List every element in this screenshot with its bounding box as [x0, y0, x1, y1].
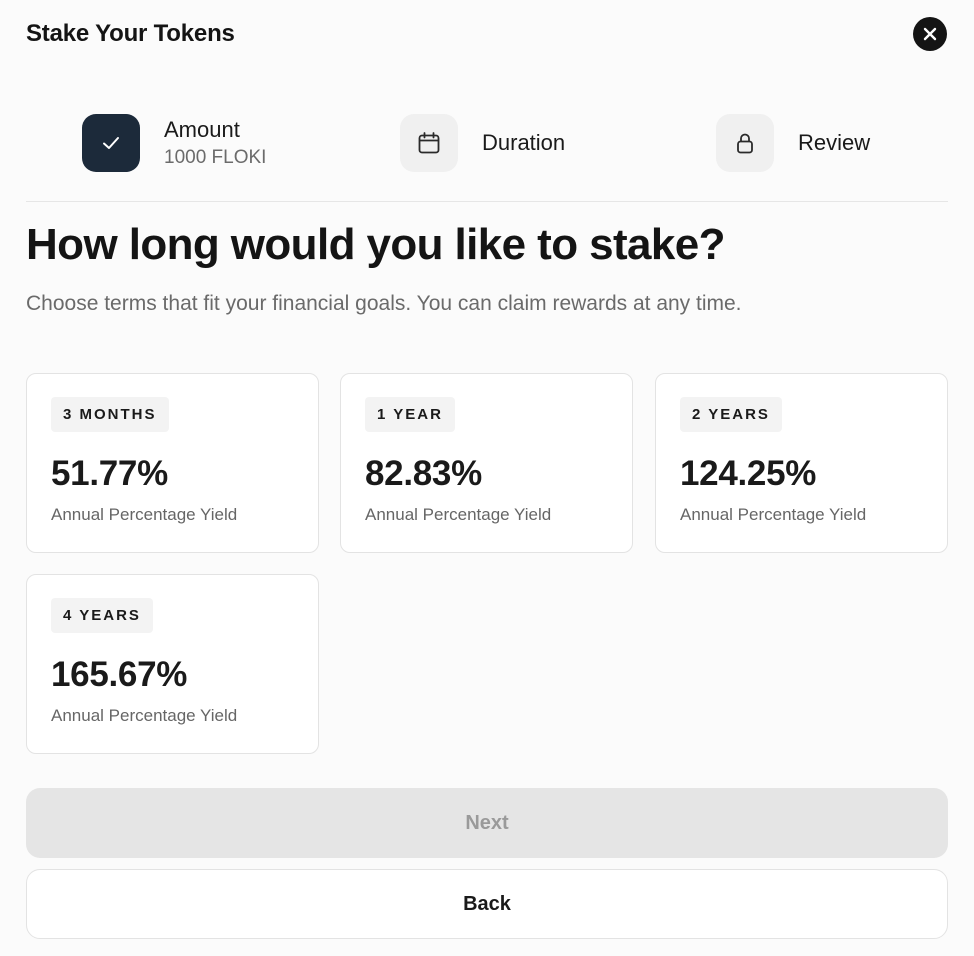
step-review-badge [716, 114, 774, 172]
apy-caption: Annual Percentage Yield [51, 706, 238, 725]
step-amount[interactable]: Amount 1000 FLOKI [82, 112, 266, 174]
page-subtitle: Choose terms that fit your financial goa… [26, 292, 742, 315]
close-icon [923, 27, 937, 41]
step-duration: Duration [400, 112, 565, 174]
term-badge: 4 YEARS [51, 598, 153, 633]
apy-caption: Annual Percentage Yield [51, 505, 238, 524]
stake-modal: Stake Your Tokens Amount 1000 FLOKI Dura… [0, 0, 974, 956]
back-button[interactable]: Back [26, 869, 948, 939]
step-duration-label: Duration [482, 130, 566, 155]
step-amount-value: 1000 FLOKI [164, 147, 267, 168]
apy-value: 51.77% [51, 454, 168, 493]
option-card-3-months[interactable]: 3 MONTHS 51.77% Annual Percentage Yield [26, 373, 319, 553]
step-review: Review [716, 112, 870, 174]
step-amount-badge [82, 114, 140, 172]
stepper: Amount 1000 FLOKI Duration Review [0, 112, 974, 174]
divider [26, 201, 948, 202]
option-card-2-years[interactable]: 2 YEARS 124.25% Annual Percentage Yield [655, 373, 948, 553]
apy-caption: Annual Percentage Yield [365, 505, 552, 524]
page-title: How long would you like to stake? [26, 220, 726, 269]
lock-icon [737, 133, 753, 154]
option-card-4-years[interactable]: 4 YEARS 165.67% Annual Percentage Yield [26, 574, 319, 754]
close-button[interactable] [913, 17, 947, 51]
apy-value: 82.83% [365, 454, 482, 493]
option-card-1-year[interactable]: 1 YEAR 82.83% Annual Percentage Yield [340, 373, 633, 553]
step-amount-label: Amount [164, 117, 240, 142]
step-duration-badge [400, 114, 458, 172]
term-badge: 3 MONTHS [51, 397, 169, 432]
next-button[interactable]: Next [26, 788, 948, 858]
calendar-icon [418, 132, 440, 154]
step-review-label: Review [798, 130, 871, 155]
apy-value: 124.25% [680, 454, 817, 493]
check-icon [103, 137, 119, 149]
term-badge: 2 YEARS [680, 397, 782, 432]
apy-caption: Annual Percentage Yield [680, 505, 867, 524]
term-badge: 1 YEAR [365, 397, 455, 432]
apy-value: 165.67% [51, 655, 188, 694]
modal-title: Stake Your Tokens [26, 20, 235, 47]
